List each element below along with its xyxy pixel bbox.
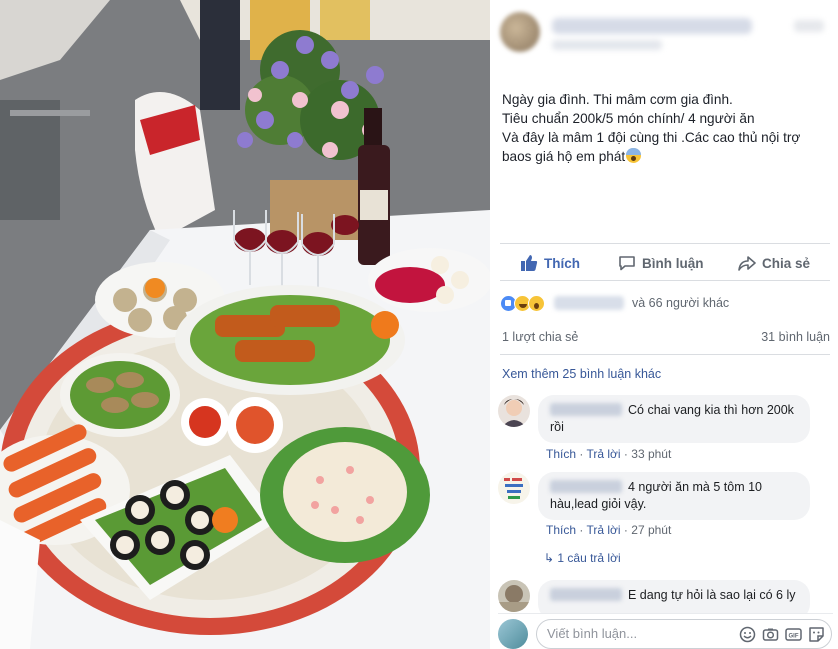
post-author-header <box>500 6 830 76</box>
post-photo[interactable] <box>0 0 490 649</box>
thumbs-up-icon <box>521 255 538 271</box>
comment-composer: Viết bình luận... GIF <box>498 613 833 649</box>
reactions-summary[interactable]: và 66 người khác <box>500 294 729 312</box>
commenter-avatar[interactable] <box>498 580 530 612</box>
avatar-photo <box>498 580 530 612</box>
comment-text-continued: rồi <box>550 420 564 434</box>
comment-like-link[interactable]: Thích <box>546 523 576 537</box>
caption-line: baos giá hộ em phát <box>502 149 626 164</box>
reactor-name-blurred <box>554 296 624 310</box>
like-button[interactable]: Thích <box>520 244 580 282</box>
commenter-name-blurred[interactable] <box>550 403 622 416</box>
comment-item: E dang tự hỏi là sao lại có 6 ly <box>498 580 828 613</box>
comment-actions: Thích · Trả lời · 33 phút <box>546 447 672 461</box>
gif-icon[interactable]: GIF <box>785 625 802 642</box>
comments-count-link[interactable]: 31 bình luận <box>761 330 830 344</box>
comment-text: E dang tự hỏi là sao lại có 6 ly <box>628 588 796 602</box>
avatar-photo <box>498 472 530 504</box>
caption-line-last: baos giá hộ em phát <box>502 147 832 166</box>
share-button-label: Chia sẻ <box>762 255 811 271</box>
comment-button[interactable]: Bình luận <box>618 244 704 282</box>
food-table-photo <box>0 0 490 649</box>
comment-input[interactable]: Viết bình luận... GIF <box>536 619 832 649</box>
comment-item: 4 người ăn mà 5 tôm 10 hàu,lead giỏi vậy… <box>498 472 828 572</box>
composer-icons: GIF <box>739 625 825 643</box>
comment-input-placeholder: Viết bình luận... <box>547 626 638 641</box>
author-avatar-blurred[interactable] <box>500 12 540 52</box>
caption-line: Và đây là mâm 1 đội cùng thi .Các cao th… <box>502 130 801 145</box>
reactions-count-text: và 66 người khác <box>632 296 730 310</box>
emoji-icon[interactable] <box>739 625 756 643</box>
comment-bubble: E dang tự hỏi là sao lại có 6 ly <box>538 580 810 613</box>
view-replies-link[interactable]: ↳ 1 câu trả lời <box>544 551 621 565</box>
author-name-blurred[interactable] <box>552 18 752 34</box>
view-more-comments-link[interactable]: Xem thêm 25 bình luận khác <box>502 367 661 381</box>
camera-icon[interactable] <box>762 625 779 642</box>
comment-bubble: 4 người ăn mà 5 tôm 10 hàu,lead giỏi vậy… <box>538 472 810 520</box>
comment-bubble: Có chai vang kia thì hơn 200k rồi <box>538 395 810 443</box>
comment-text: 4 người ăn mà 5 tôm 10 <box>628 480 762 494</box>
caption-line: Ngày gia đình. Thi mâm cơm gia đình. <box>502 92 733 107</box>
comment-button-label: Bình luận <box>642 255 704 271</box>
commenter-avatar[interactable] <box>498 395 530 427</box>
divider <box>500 354 830 355</box>
view-replies-label: 1 câu trả lời <box>557 551 621 565</box>
comment-actions: Thích · Trả lời · 27 phút <box>546 523 672 537</box>
commenter-name-blurred[interactable] <box>550 588 622 601</box>
post-caption: Ngày gia đình. Thi mâm cơm gia đình. Tiê… <box>502 90 832 166</box>
comment-timestamp[interactable]: 27 phút <box>631 523 671 537</box>
comment-text-continued: hàu,lead giỏi vậy. <box>550 497 647 511</box>
current-user-avatar <box>498 619 528 649</box>
comment-timestamp[interactable]: 33 phút <box>631 447 671 461</box>
more-options-icon[interactable] <box>794 20 824 32</box>
post-action-bar: Thích Bình luận Chia sẻ <box>500 243 830 281</box>
like-button-label: Thích <box>544 255 580 271</box>
post-panel: Ngày gia đình. Thi mâm cơm gia đình. Tiê… <box>490 0 838 649</box>
share-arrow-icon <box>738 256 756 271</box>
wow-reaction-icon <box>528 294 545 312</box>
post-meta-blurred <box>552 40 662 50</box>
shares-count-link[interactable]: 1 lượt chia sẻ <box>502 330 578 344</box>
comment-item: Có chai vang kia thì hơn 200k rồi Thích … <box>498 395 828 465</box>
commenter-avatar[interactable] <box>498 472 530 504</box>
comment-text: Có chai vang kia thì hơn 200k <box>628 403 794 417</box>
caption-line: Tiêu chuẩn 200k/5 món chính/ 4 người ăn <box>502 111 755 126</box>
comment-reply-link[interactable]: Trả lời <box>586 523 620 537</box>
commenter-name-blurred[interactable] <box>550 480 622 493</box>
sticker-icon[interactable] <box>808 625 825 642</box>
gif-label: GIF <box>789 634 799 640</box>
share-button[interactable]: Chia sẻ <box>738 244 810 282</box>
reply-arrow-icon: ↳ <box>544 551 555 565</box>
comment-like-link[interactable]: Thích <box>546 447 576 461</box>
comment-bubble-icon <box>619 256 635 271</box>
comment-reply-link[interactable]: Trả lời <box>586 447 620 461</box>
scream-emoji-icon <box>626 148 642 163</box>
avatar-photo <box>498 395 530 427</box>
